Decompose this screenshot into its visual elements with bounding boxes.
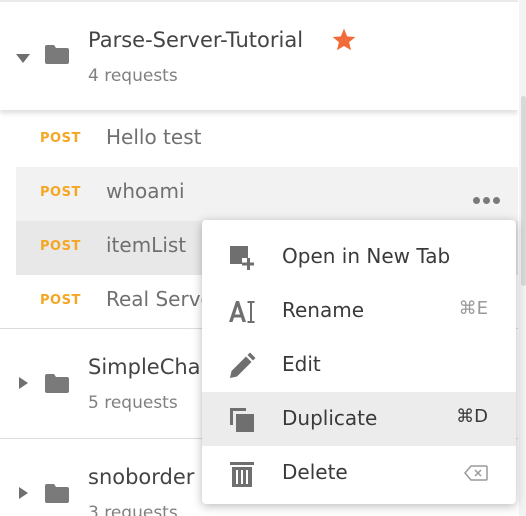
- rename-icon: [229, 301, 255, 323]
- menu-item-delete[interactable]: Delete: [202, 446, 516, 500]
- menu-item-label: Duplicate: [282, 406, 378, 430]
- duplicate-icon: [230, 408, 254, 432]
- collection-name: snoborder: [88, 465, 195, 489]
- menu-item-edit[interactable]: Edit: [202, 338, 516, 392]
- menu-item-duplicate[interactable]: Duplicate ⌘D: [202, 392, 516, 446]
- request-name: Hello test: [106, 125, 202, 149]
- collection-parse-server-tutorial[interactable]: Parse-Server-Tutorial 4 requests: [0, 2, 518, 110]
- menu-item-open-in-new-tab[interactable]: Open in New Tab: [202, 230, 516, 284]
- scrollbar-thumb[interactable]: [521, 96, 526, 286]
- collection-name: SimpleCha: [88, 355, 201, 379]
- collection-request-count: 5 requests: [88, 393, 178, 413]
- method-badge: POST: [40, 293, 81, 308]
- collection-request-count: 4 requests: [88, 66, 178, 86]
- open-new-tab-icon: [230, 246, 254, 270]
- request-name: Real Serve: [106, 287, 213, 311]
- folder-icon: [45, 45, 69, 64]
- trash-icon: [230, 462, 254, 487]
- request-name: whoami: [106, 179, 185, 203]
- collection-name: Parse-Server-Tutorial: [88, 28, 304, 52]
- caret-right-icon[interactable]: [19, 377, 28, 389]
- request-item[interactable]: POST Hello test: [16, 113, 518, 167]
- pencil-icon: [230, 352, 256, 378]
- menu-item-shortcut: ⌘D: [456, 406, 488, 427]
- request-item[interactable]: POST whoami: [16, 167, 518, 221]
- folder-icon: [45, 484, 69, 503]
- caret-down-icon[interactable]: [16, 54, 30, 63]
- method-badge: POST: [40, 185, 81, 200]
- request-name: itemList: [106, 233, 187, 257]
- menu-item-label: Edit: [282, 352, 321, 376]
- menu-item-label: Open in New Tab: [282, 244, 451, 268]
- caret-right-icon[interactable]: [19, 487, 28, 499]
- method-badge: POST: [40, 131, 81, 146]
- method-badge: POST: [40, 239, 81, 254]
- menu-item-rename[interactable]: Rename ⌘E: [202, 284, 516, 338]
- more-options-icon[interactable]: [473, 189, 505, 204]
- menu-item-shortcut: ⌘E: [458, 298, 488, 319]
- folder-icon: [45, 374, 69, 393]
- context-menu: Open in New Tab Rename ⌘E Edit Duplicate…: [202, 220, 516, 504]
- collection-request-count: 3 requests: [88, 503, 178, 516]
- star-icon[interactable]: [331, 27, 357, 53]
- menu-item-label: Rename: [282, 298, 365, 322]
- backspace-key-icon: [464, 465, 488, 481]
- menu-item-label: Delete: [282, 460, 348, 484]
